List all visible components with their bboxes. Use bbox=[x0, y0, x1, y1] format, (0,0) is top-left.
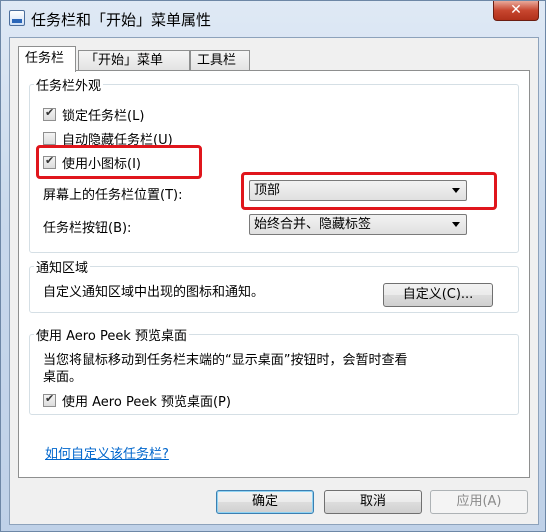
aero-peek-row[interactable]: 使用 Aero Peek 预览桌面(P) bbox=[43, 391, 231, 410]
taskbar-position-value: 顶部 bbox=[254, 183, 281, 198]
customize-notifications-button[interactable]: 自定义(C)... bbox=[383, 283, 493, 307]
taskbar-buttons-label: 任务栏按钮(B): bbox=[43, 221, 132, 236]
taskbar-buttons-value: 始终合并、隐藏标签 bbox=[254, 217, 372, 232]
small-icons-checkbox[interactable] bbox=[43, 154, 56, 169]
taskbar-app-icon bbox=[9, 10, 25, 26]
appearance-legend: 任务栏外观 bbox=[36, 79, 102, 94]
lock-taskbar-label: 锁定任务栏(L) bbox=[62, 109, 145, 124]
taskbar-buttons-select[interactable]: 始终合并、隐藏标签 bbox=[249, 214, 467, 235]
properties-dialog: 任务栏和「开始」菜单属性 ✕ 任务栏 「开始」菜单 工具栏 任务栏外观 锁定任务… bbox=[0, 0, 546, 532]
autohide-checkbox[interactable] bbox=[43, 132, 56, 145]
autohide-row[interactable]: 自动隐藏任务栏(U) bbox=[43, 129, 173, 148]
taskbar-position-select[interactable]: 顶部 bbox=[249, 180, 467, 201]
notification-legend: 通知区域 bbox=[36, 261, 89, 276]
small-icons-label: 使用小图标(I) bbox=[62, 157, 141, 172]
dropdown-arrow-icon bbox=[452, 222, 460, 227]
position-label: 屏幕上的任务栏位置(T): bbox=[43, 188, 183, 203]
apply-button[interactable]: 应用(A) bbox=[430, 490, 528, 514]
tab-start-menu[interactable]: 「开始」菜单 bbox=[78, 50, 190, 71]
dialog-body: 任务栏 「开始」菜单 工具栏 任务栏外观 锁定任务栏(L) 自动隐藏任务栏(U)… bbox=[9, 37, 539, 525]
window-title: 任务栏和「开始」菜单属性 bbox=[31, 11, 212, 29]
tab-taskbar[interactable]: 任务栏 bbox=[18, 46, 76, 72]
aero-peek-checkbox[interactable] bbox=[43, 392, 56, 407]
taskbar-tab-panel: 任务栏外观 锁定任务栏(L) 自动隐藏任务栏(U) 使用小图标(I) 屏幕上的任… bbox=[18, 70, 530, 478]
help-link[interactable]: 如何自定义该任务栏? bbox=[45, 443, 169, 462]
notification-description: 自定义通知区域中出现的图标和通知。 bbox=[43, 285, 265, 300]
lock-taskbar-row[interactable]: 锁定任务栏(L) bbox=[43, 105, 144, 124]
dropdown-arrow-icon bbox=[452, 188, 460, 193]
autohide-label: 自动隐藏任务栏(U) bbox=[62, 133, 173, 148]
lock-taskbar-checkbox[interactable] bbox=[43, 106, 56, 121]
cancel-button[interactable]: 取消 bbox=[324, 490, 422, 514]
tab-toolbars[interactable]: 工具栏 bbox=[190, 50, 250, 71]
aero-peek-description-line1: 当您将鼠标移动到任务栏末端的“显示桌面”按钮时，会暂时查看 bbox=[43, 353, 408, 368]
close-button[interactable]: ✕ bbox=[493, 1, 539, 21]
small-icons-row[interactable]: 使用小图标(I) bbox=[43, 153, 141, 172]
aero-peek-legend: 使用 Aero Peek 预览桌面 bbox=[36, 329, 187, 344]
aero-peek-label: 使用 Aero Peek 预览桌面(P) bbox=[62, 395, 231, 410]
ok-button[interactable]: 确定 bbox=[216, 490, 314, 514]
title-bar[interactable]: 任务栏和「开始」菜单属性 ✕ bbox=[1, 1, 545, 37]
aero-peek-description-line2: 桌面。 bbox=[43, 370, 83, 385]
